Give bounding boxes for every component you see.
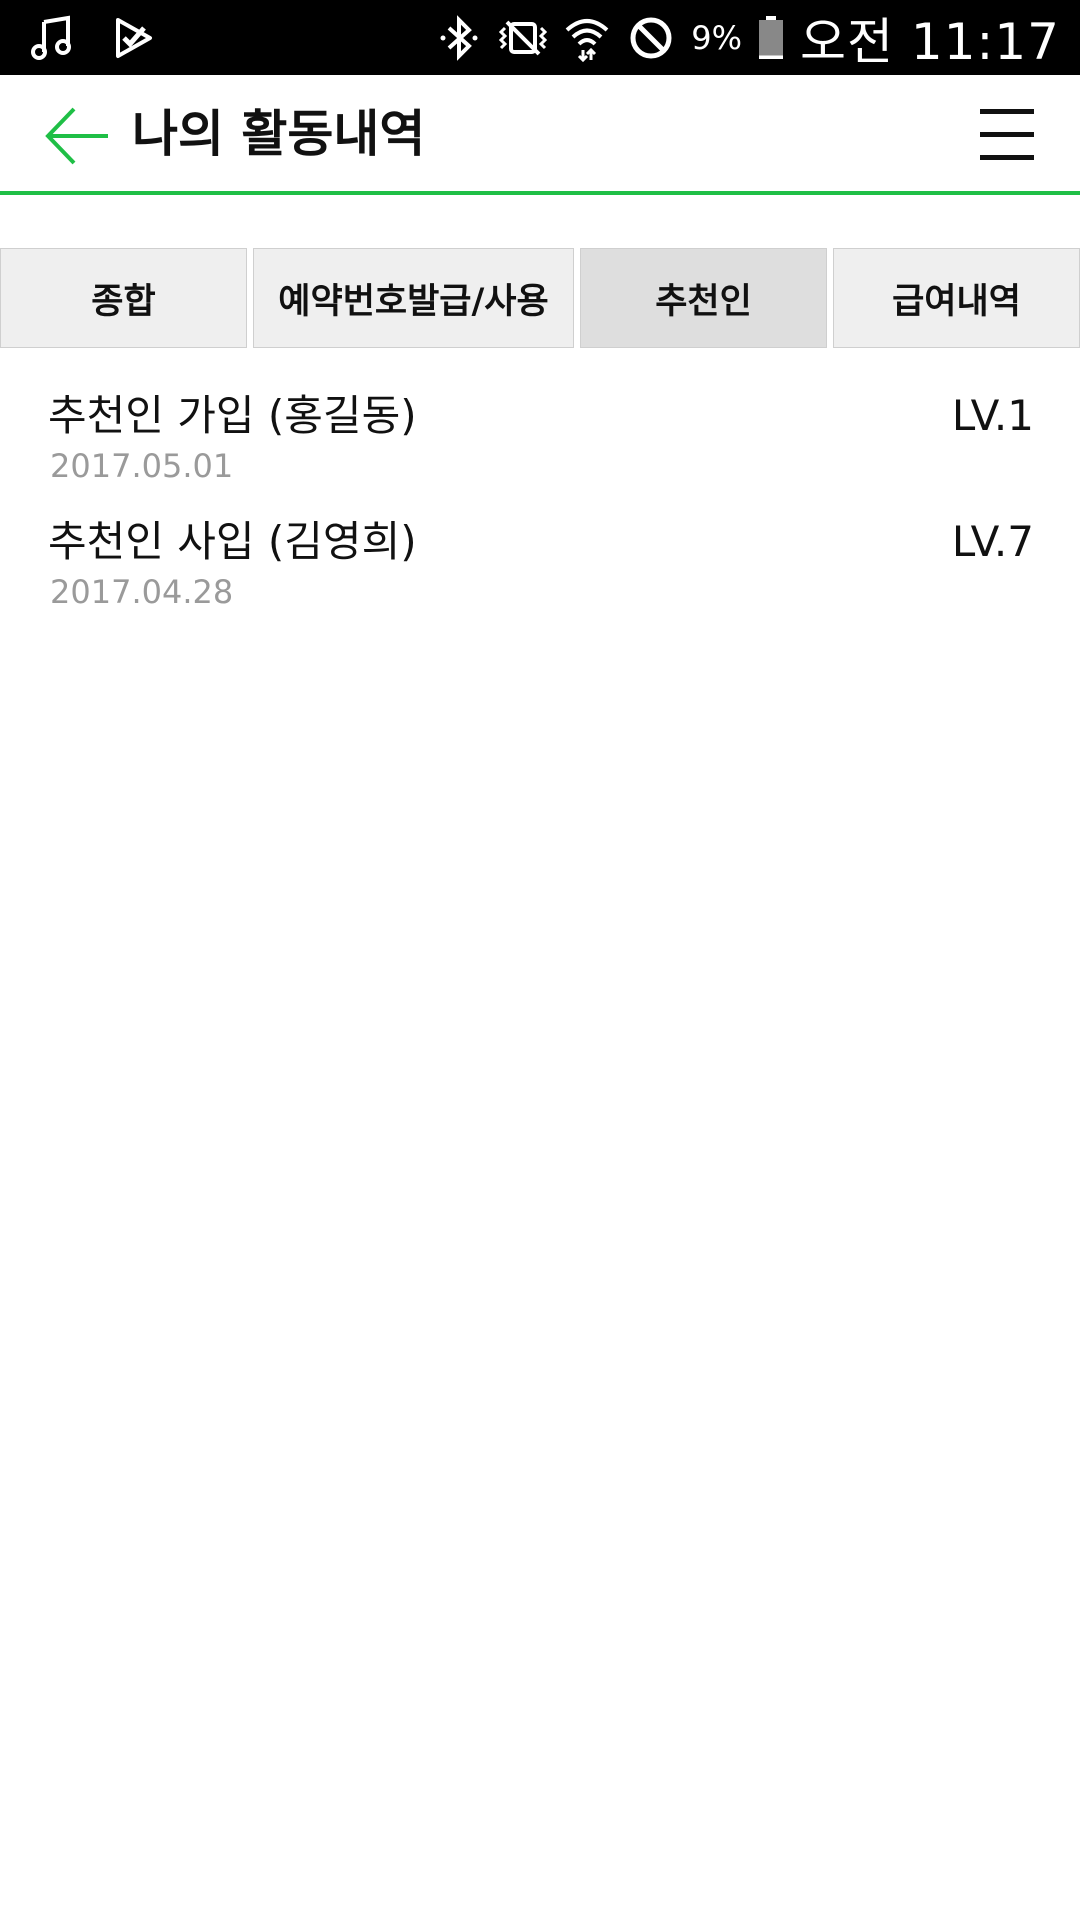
- wifi-icon: [565, 18, 609, 62]
- battery-icon: [759, 15, 783, 59]
- tab-salary-history[interactable]: 급여내역: [833, 248, 1080, 348]
- activity-title: 추천인 가입 (홍길동): [48, 391, 417, 440]
- tab-summary[interactable]: 종합: [0, 248, 247, 348]
- vibrate-mute-icon: [499, 20, 548, 55]
- tab-reservation-number[interactable]: 예약번호발급/사용: [253, 248, 574, 348]
- activity-level: LV.7: [951, 517, 1034, 566]
- list-item[interactable]: 추천인 사입 (김영희) 2017.04.28 LV.7: [0, 506, 1080, 632]
- activity-title: 추천인 사입 (김영희): [48, 517, 417, 566]
- status-bar-left: [28, 14, 192, 62]
- activity-tabs: 종합 예약번호발급/사용 추천인 급여내역: [0, 248, 1080, 350]
- hamburger-menu-icon[interactable]: [980, 105, 1034, 163]
- battery-percent: 9%: [691, 18, 742, 57]
- check-task-icon: [116, 17, 152, 58]
- page-title: 나의 활동내역: [132, 105, 426, 163]
- activity-date: 2017.05.01: [50, 447, 234, 485]
- music-icon: [31, 15, 71, 60]
- bluetooth-icon: [440, 14, 478, 61]
- app-bar: 나의 활동내역: [0, 75, 1080, 195]
- status-bar-right: 9% 오전 11:17: [419, 2, 1060, 74]
- do-not-disturb-icon: [630, 17, 672, 58]
- status-time: 오전 11:17: [800, 12, 1060, 71]
- status-bar: 9% 오전 11:17: [0, 0, 1080, 75]
- activity-list: 추천인 가입 (홍길동) 2017.05.01 LV.1 추천인 사입 (김영희…: [0, 380, 1080, 632]
- activity-level: LV.1: [951, 391, 1034, 440]
- arrow-left-icon[interactable]: [44, 105, 110, 167]
- activity-date: 2017.04.28: [50, 573, 234, 611]
- tab-referrer[interactable]: 추천인: [580, 248, 827, 348]
- list-item[interactable]: 추천인 가입 (홍길동) 2017.05.01 LV.1: [0, 380, 1080, 506]
